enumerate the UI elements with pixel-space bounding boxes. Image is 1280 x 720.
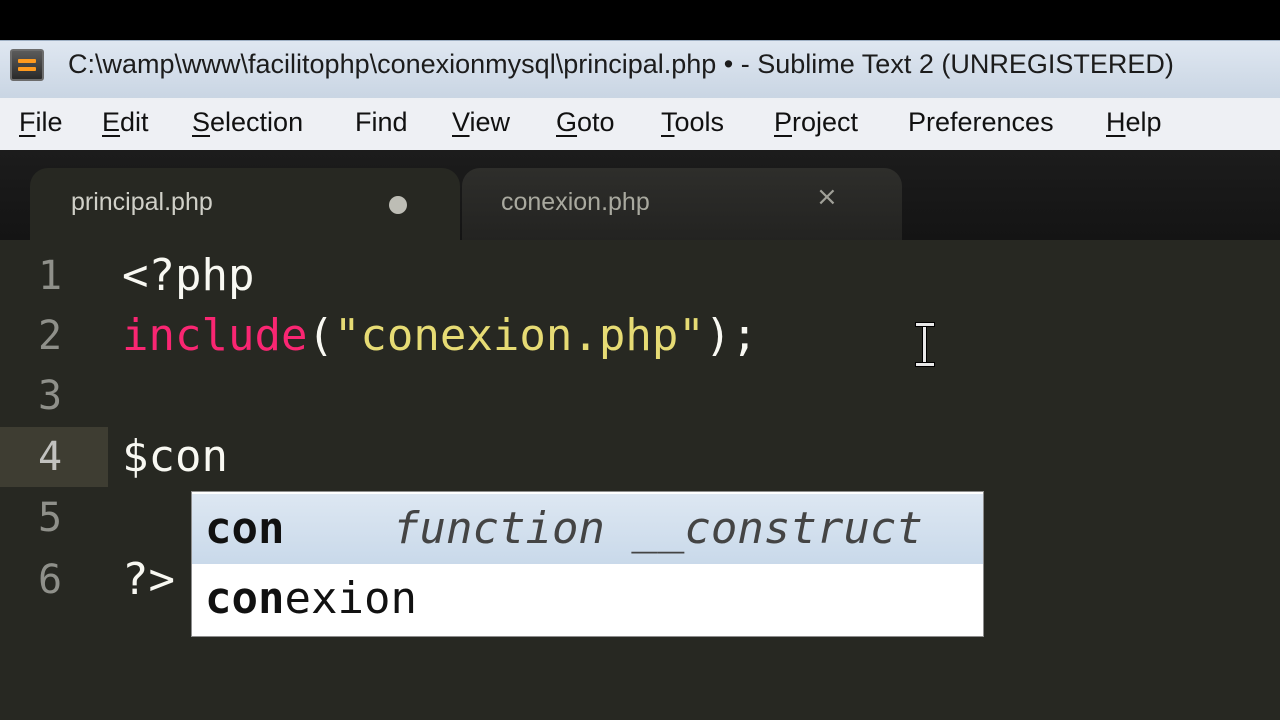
code-line[interactable]: 1 <?php	[0, 246, 1280, 306]
title-bar: C:\wamp\www\facilitophp\conexionmysql\pr…	[0, 40, 1280, 99]
line-number: 2	[38, 313, 63, 359]
unsaved-dot-icon[interactable]	[389, 196, 407, 214]
menu-help[interactable]: Help	[1106, 107, 1162, 138]
menu-view[interactable]: View	[452, 107, 510, 138]
close-icon[interactable]: ×	[816, 184, 838, 210]
tab-conexion-php[interactable]: conexion.php ×	[462, 168, 902, 240]
completion-trigger: conexion	[205, 573, 417, 624]
line-number: 4	[38, 434, 63, 480]
line-number: 3	[38, 373, 63, 419]
menu-tools[interactable]: Tools	[661, 107, 724, 138]
line-gutter: 4	[0, 427, 108, 487]
line-gutter: 3	[0, 366, 108, 426]
menu-find[interactable]: Find	[355, 107, 408, 138]
code-text[interactable]: ?>	[122, 550, 175, 610]
menu-preferences[interactable]: Preferences	[908, 107, 1054, 138]
menu-project[interactable]: Project	[774, 107, 858, 138]
code-line[interactable]: 2 include("conexion.php");	[0, 306, 1280, 366]
autocomplete-item-selected[interactable]: con function __construct	[192, 494, 983, 564]
menu-file[interactable]: File	[19, 107, 63, 138]
tab-principal-php[interactable]: principal.php	[30, 168, 460, 240]
window-title: C:\wamp\www\facilitophp\conexionmysql\pr…	[68, 49, 1174, 79]
code-editor[interactable]: 1 <?php 2 include("conexion.php"); 3 4 $…	[0, 240, 1280, 720]
code-line[interactable]: 3	[0, 366, 1280, 426]
autocomplete-item[interactable]: conexion	[192, 564, 983, 634]
text-cursor-icon	[914, 322, 935, 368]
sublime-text-window: C:\wamp\www\facilitophp\conexionmysql\pr…	[0, 0, 1280, 720]
autocomplete-popup[interactable]: con function __construct conexion	[191, 491, 984, 637]
menu-bar: File Edit Selection Find View Goto Tools…	[0, 98, 1280, 151]
code-line-current[interactable]: 4 $con	[0, 427, 1280, 487]
line-number: 6	[38, 557, 63, 603]
completion-trigger: con	[205, 503, 285, 554]
menu-selection[interactable]: Selection	[192, 107, 303, 138]
code-text[interactable]: <?php	[122, 246, 254, 306]
code-text[interactable]: include("conexion.php");	[122, 306, 758, 366]
menu-edit[interactable]: Edit	[102, 107, 149, 138]
code-text[interactable]: $con	[122, 427, 228, 487]
line-number: 1	[38, 253, 63, 299]
line-number: 5	[38, 495, 63, 541]
tab-label: principal.php	[71, 188, 213, 216]
line-gutter: 5	[0, 488, 108, 548]
menu-goto[interactable]: Goto	[556, 107, 615, 138]
line-gutter: 2	[0, 306, 108, 366]
line-gutter: 6	[0, 550, 108, 610]
tab-bar: principal.php conexion.php ×	[0, 150, 1280, 240]
sublime-text-icon[interactable]	[10, 49, 44, 81]
completion-annotation: function __construct	[393, 503, 923, 554]
tab-label: conexion.php	[501, 188, 650, 216]
line-gutter: 1	[0, 246, 108, 306]
